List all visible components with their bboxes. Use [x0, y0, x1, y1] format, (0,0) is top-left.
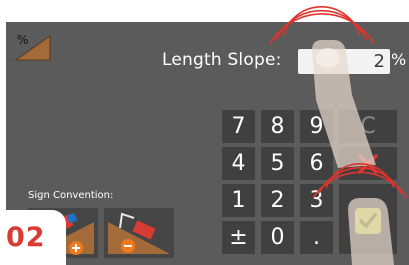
cancel-button[interactable] [339, 147, 397, 180]
cancel-x-icon [358, 154, 378, 174]
length-slope-input[interactable]: 2 [298, 49, 390, 74]
key-3[interactable]: 3 [300, 184, 333, 217]
sign-negative-button[interactable] [104, 208, 174, 258]
confirm-check-icon [355, 208, 381, 234]
key-0[interactable]: 0 [261, 221, 294, 254]
excavator-downhill-icon [108, 212, 170, 254]
length-slope-label: Length Slope: [162, 50, 282, 70]
svg-text:%: % [17, 33, 28, 47]
key-8[interactable]: 8 [261, 110, 294, 143]
key-2[interactable]: 2 [261, 184, 294, 217]
clear-button[interactable]: C [339, 110, 397, 143]
decimal-key[interactable]: . [300, 221, 333, 254]
sign-convention-label: Sign Convention: [28, 190, 114, 201]
plus-minus-key[interactable]: ± [222, 221, 255, 254]
key-6[interactable]: 6 [300, 147, 333, 180]
step-number: 02 [6, 222, 46, 253]
slope-percent-icon[interactable]: % [14, 30, 52, 64]
confirm-button[interactable] [339, 184, 397, 254]
key-7[interactable]: 7 [222, 110, 255, 143]
key-9[interactable]: 9 [300, 110, 333, 143]
percent-unit: % [391, 50, 407, 69]
machine-display: % Length Slope: 2 % 7 8 9 C 4 5 6 1 2 3 … [6, 22, 409, 265]
key-5[interactable]: 5 [261, 147, 294, 180]
key-4[interactable]: 4 [222, 147, 255, 180]
key-1[interactable]: 1 [222, 184, 255, 217]
